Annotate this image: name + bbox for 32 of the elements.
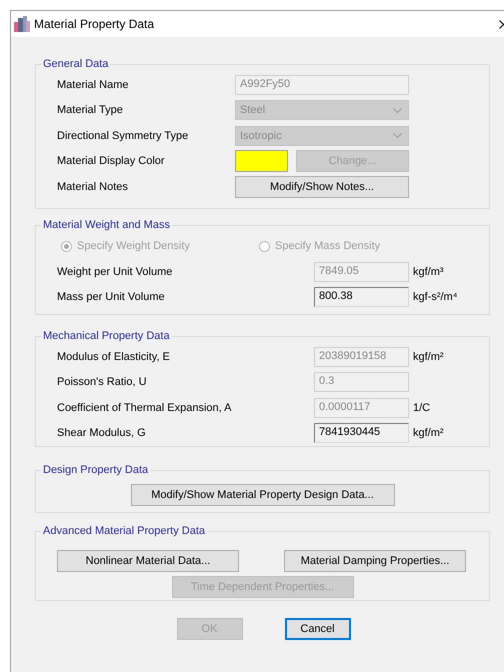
field-label: Mass per Unit Volume xyxy=(57,291,166,304)
window-title: Material Property Data xyxy=(34,17,156,31)
group-title: Design Property Data xyxy=(42,464,150,476)
unit-label: kgf/m² xyxy=(413,427,444,440)
dropdown-caret-icon xyxy=(393,133,402,138)
group-title: Advanced Material Property Data xyxy=(42,525,206,537)
advanced-button[interactable]: Material Damping Properties... xyxy=(284,550,466,572)
field-label: Directional Symmetry Type xyxy=(57,130,190,142)
field-label: Shear Modulus, G xyxy=(57,427,147,440)
field-label: Poisson's Ratio, U xyxy=(57,376,148,388)
field-label: Modulus of Elasticity, E xyxy=(57,350,171,363)
field-label: Material Notes xyxy=(57,180,129,193)
design-data-button[interactable]: Modify/Show Material Property Design Data... xyxy=(130,484,394,506)
field-label: Material Name xyxy=(57,78,130,91)
field-label: Weight per Unit Volume xyxy=(57,266,174,278)
building-icon xyxy=(14,16,30,32)
value-field[interactable]: 800.38 xyxy=(314,287,409,308)
unit-label: kgf-s²/m⁴ xyxy=(413,291,458,304)
unit-label: kgf/m² xyxy=(413,350,444,363)
field-label: Material Type xyxy=(57,104,124,116)
advanced-button[interactable]: Nonlinear Material Data... xyxy=(57,550,239,572)
field-label: Coefficient of Thermal Expansion, A xyxy=(57,402,232,414)
dropdown-caret-icon xyxy=(393,108,402,113)
dialog-button[interactable]: Cancel xyxy=(284,618,350,640)
group-title: Material Weight and Mass xyxy=(42,219,171,231)
unit-label: 1/C xyxy=(413,402,430,414)
notes-button[interactable]: Modify/Show Notes... xyxy=(235,176,409,198)
group-title: Mechanical Property Data xyxy=(42,330,171,342)
value-field[interactable]: 7841930445 xyxy=(314,423,409,444)
unit-label: kgf/m³ xyxy=(413,266,444,278)
field-label: Material Display Color xyxy=(57,155,166,168)
group-title: General Data xyxy=(42,58,110,70)
